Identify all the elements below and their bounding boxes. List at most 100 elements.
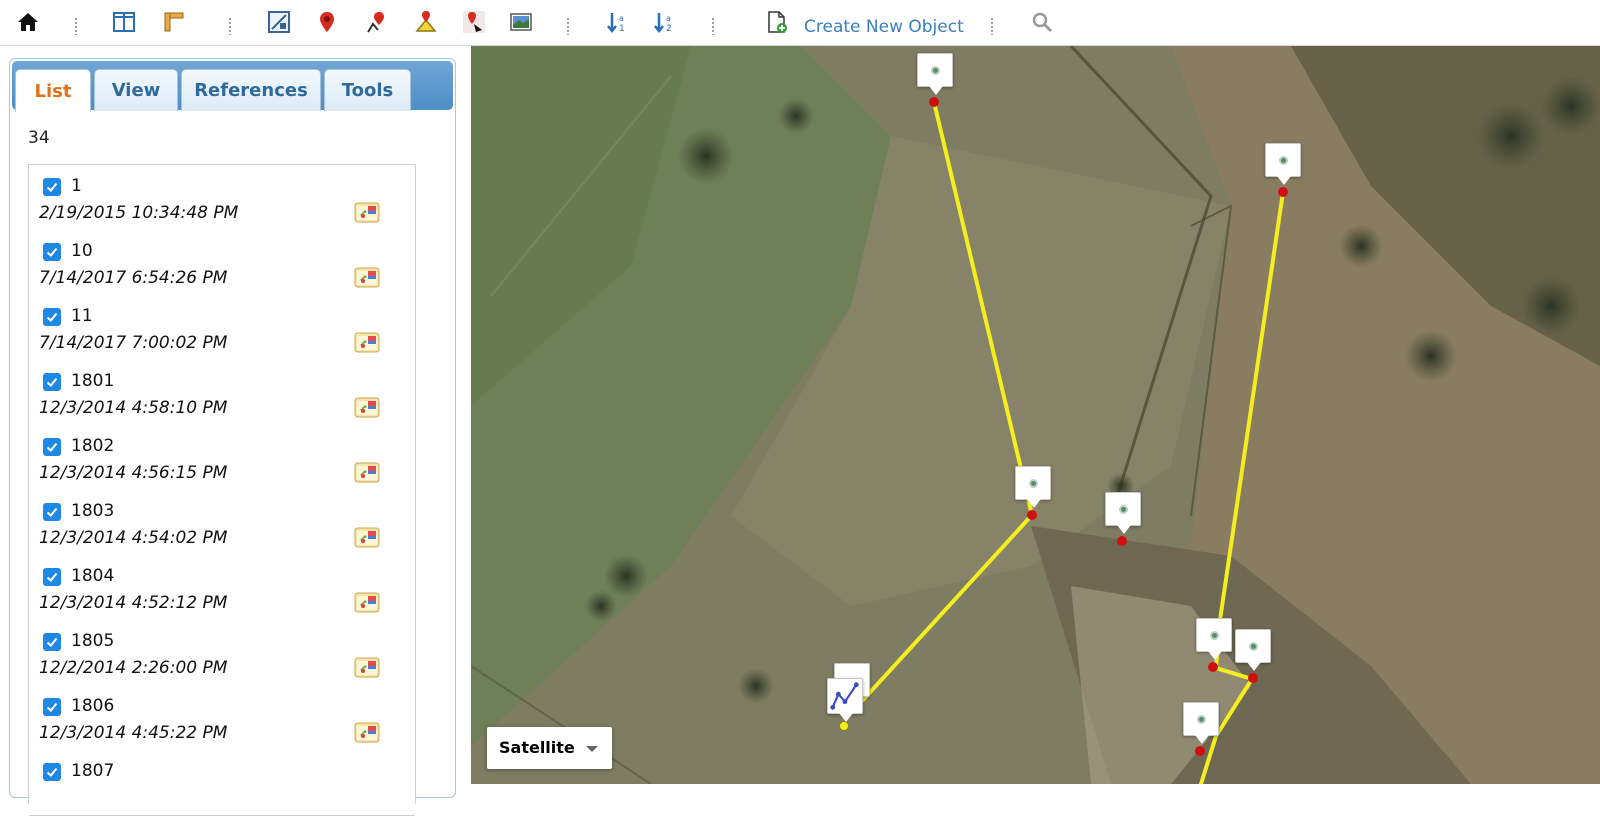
placemark-icon[interactable] (313, 8, 341, 36)
map-type-selector[interactable]: Satellite (487, 727, 612, 769)
item-date: 2/19/2015 10:34:48 PM (39, 203, 239, 223)
toolbar-separator (711, 17, 715, 35)
map-layer-icon[interactable] (354, 265, 380, 289)
svg-text:a: a (619, 14, 624, 23)
path-marker[interactable] (827, 678, 863, 722)
track-start-point (839, 721, 849, 731)
placemark-marker[interactable] (917, 53, 953, 95)
list-item[interactable]: 1802 12/3/2014 4:56:15 PM (29, 425, 415, 491)
toolbar-separator (990, 17, 994, 35)
placemark-marker[interactable] (1015, 466, 1051, 508)
placemark-point (1195, 746, 1205, 756)
svg-text:1: 1 (619, 24, 625, 34)
polyline-icon[interactable] (363, 8, 391, 36)
item-name: 10 (71, 241, 93, 261)
item-checkbox[interactable] (43, 243, 61, 261)
item-name: 1807 (71, 761, 115, 781)
list-item[interactable]: 1804 12/3/2014 4:52:12 PM (29, 555, 415, 621)
object-count: 34 (28, 128, 50, 148)
search-icon[interactable] (1028, 8, 1056, 36)
placemark-marker[interactable] (1265, 143, 1301, 185)
list-item[interactable]: 10 7/14/2017 6:54:26 PM (29, 230, 415, 296)
tab-list[interactable]: List (15, 69, 91, 112)
picture-icon[interactable] (507, 8, 535, 36)
placemark-marker[interactable] (1105, 492, 1141, 534)
item-date: 12/3/2014 4:54:02 PM (39, 528, 228, 548)
item-date: 12/3/2014 4:52:12 PM (39, 593, 228, 613)
chevron-down-icon (586, 746, 598, 752)
item-checkbox[interactable] (43, 568, 61, 586)
item-name: 1805 (71, 631, 115, 651)
svg-text:a: a (666, 14, 671, 23)
object-list: 1 2/19/2015 10:34:48 PM 10 7/14/2017 6:54:2… (28, 164, 416, 816)
ruler-icon[interactable] (160, 8, 188, 36)
polygon-icon[interactable] (412, 8, 440, 36)
item-name: 1801 (71, 371, 115, 391)
satellite-imagery (471, 46, 1600, 784)
item-date: 12/2/2014 2:26:00 PM (39, 658, 228, 678)
item-name: 1803 (71, 501, 115, 521)
path-icon[interactable] (460, 8, 488, 36)
svg-text:2: 2 (666, 24, 672, 34)
placemark-point (1208, 662, 1218, 672)
toolbar: a1 a2 Create New Object (0, 0, 1600, 46)
item-name: 1804 (71, 566, 115, 586)
item-date: 12/3/2014 4:58:10 PM (39, 398, 228, 418)
toolbar-separator (74, 17, 78, 35)
list-item[interactable]: 11 7/14/2017 7:00:02 PM (29, 295, 415, 361)
placemark-point (1027, 510, 1037, 520)
list-item[interactable]: 1803 12/3/2014 4:54:02 PM (29, 490, 415, 556)
map-view[interactable]: Satellite (471, 46, 1600, 784)
item-checkbox[interactable] (43, 763, 61, 781)
map-layer-icon[interactable] (354, 200, 380, 224)
item-checkbox[interactable] (43, 698, 61, 716)
create-new-object-link[interactable]: Create New Object (804, 17, 964, 37)
map-layer-icon[interactable] (354, 590, 380, 614)
placemark-marker[interactable] (1196, 618, 1232, 660)
panel-icon[interactable] (110, 8, 138, 36)
map-layer-icon[interactable] (354, 330, 380, 354)
item-name: 1806 (71, 696, 115, 716)
placemark-point (1117, 536, 1127, 546)
image-edit-icon[interactable] (265, 8, 293, 36)
tab-bar: List View References Tools (12, 61, 453, 112)
placemark-marker[interactable] (1235, 629, 1271, 671)
item-checkbox[interactable] (43, 438, 61, 456)
list-item[interactable]: 1807 (29, 750, 415, 816)
item-date: 7/14/2017 6:54:26 PM (39, 268, 228, 288)
item-checkbox[interactable] (43, 373, 61, 391)
sidebar: List View References Tools 34 1 2/19/2015… (0, 46, 471, 816)
tab-tools[interactable]: Tools (324, 69, 411, 111)
tab-view[interactable]: View (94, 69, 178, 111)
map-type-label: Satellite (499, 738, 575, 757)
map-layer-icon[interactable] (354, 395, 380, 419)
path-icon (830, 682, 859, 710)
sort-desc-icon[interactable]: a2 (650, 8, 678, 36)
map-layer-icon[interactable] (354, 655, 380, 679)
map-layer-icon[interactable] (354, 525, 380, 549)
new-object-icon[interactable] (763, 8, 791, 36)
list-item[interactable]: 1805 12/2/2014 2:26:00 PM (29, 620, 415, 686)
item-name: 1 (71, 176, 82, 196)
placemark-marker[interactable] (1183, 702, 1219, 744)
item-date: 7/14/2017 7:00:02 PM (39, 333, 228, 353)
list-item[interactable]: 1 2/19/2015 10:34:48 PM (29, 165, 415, 231)
item-checkbox[interactable] (43, 308, 61, 326)
item-checkbox[interactable] (43, 633, 61, 651)
toolbar-separator (228, 17, 232, 35)
placemark-point (1278, 187, 1288, 197)
placemark-point (1248, 673, 1258, 683)
map-layer-icon[interactable] (354, 460, 380, 484)
list-item[interactable]: 1806 12/3/2014 4:45:22 PM (29, 685, 415, 751)
item-date: 12/3/2014 4:56:15 PM (39, 463, 228, 483)
item-checkbox[interactable] (43, 178, 61, 196)
tab-references[interactable]: References (181, 69, 321, 111)
item-date: 12/3/2014 4:45:22 PM (39, 723, 228, 743)
toolbar-separator (566, 17, 570, 35)
list-item[interactable]: 1801 12/3/2014 4:58:10 PM (29, 360, 415, 426)
map-layer-icon[interactable] (354, 720, 380, 744)
home-icon[interactable] (14, 8, 42, 36)
item-name: 1802 (71, 436, 115, 456)
sort-asc-icon[interactable]: a1 (603, 8, 631, 36)
item-checkbox[interactable] (43, 503, 61, 521)
